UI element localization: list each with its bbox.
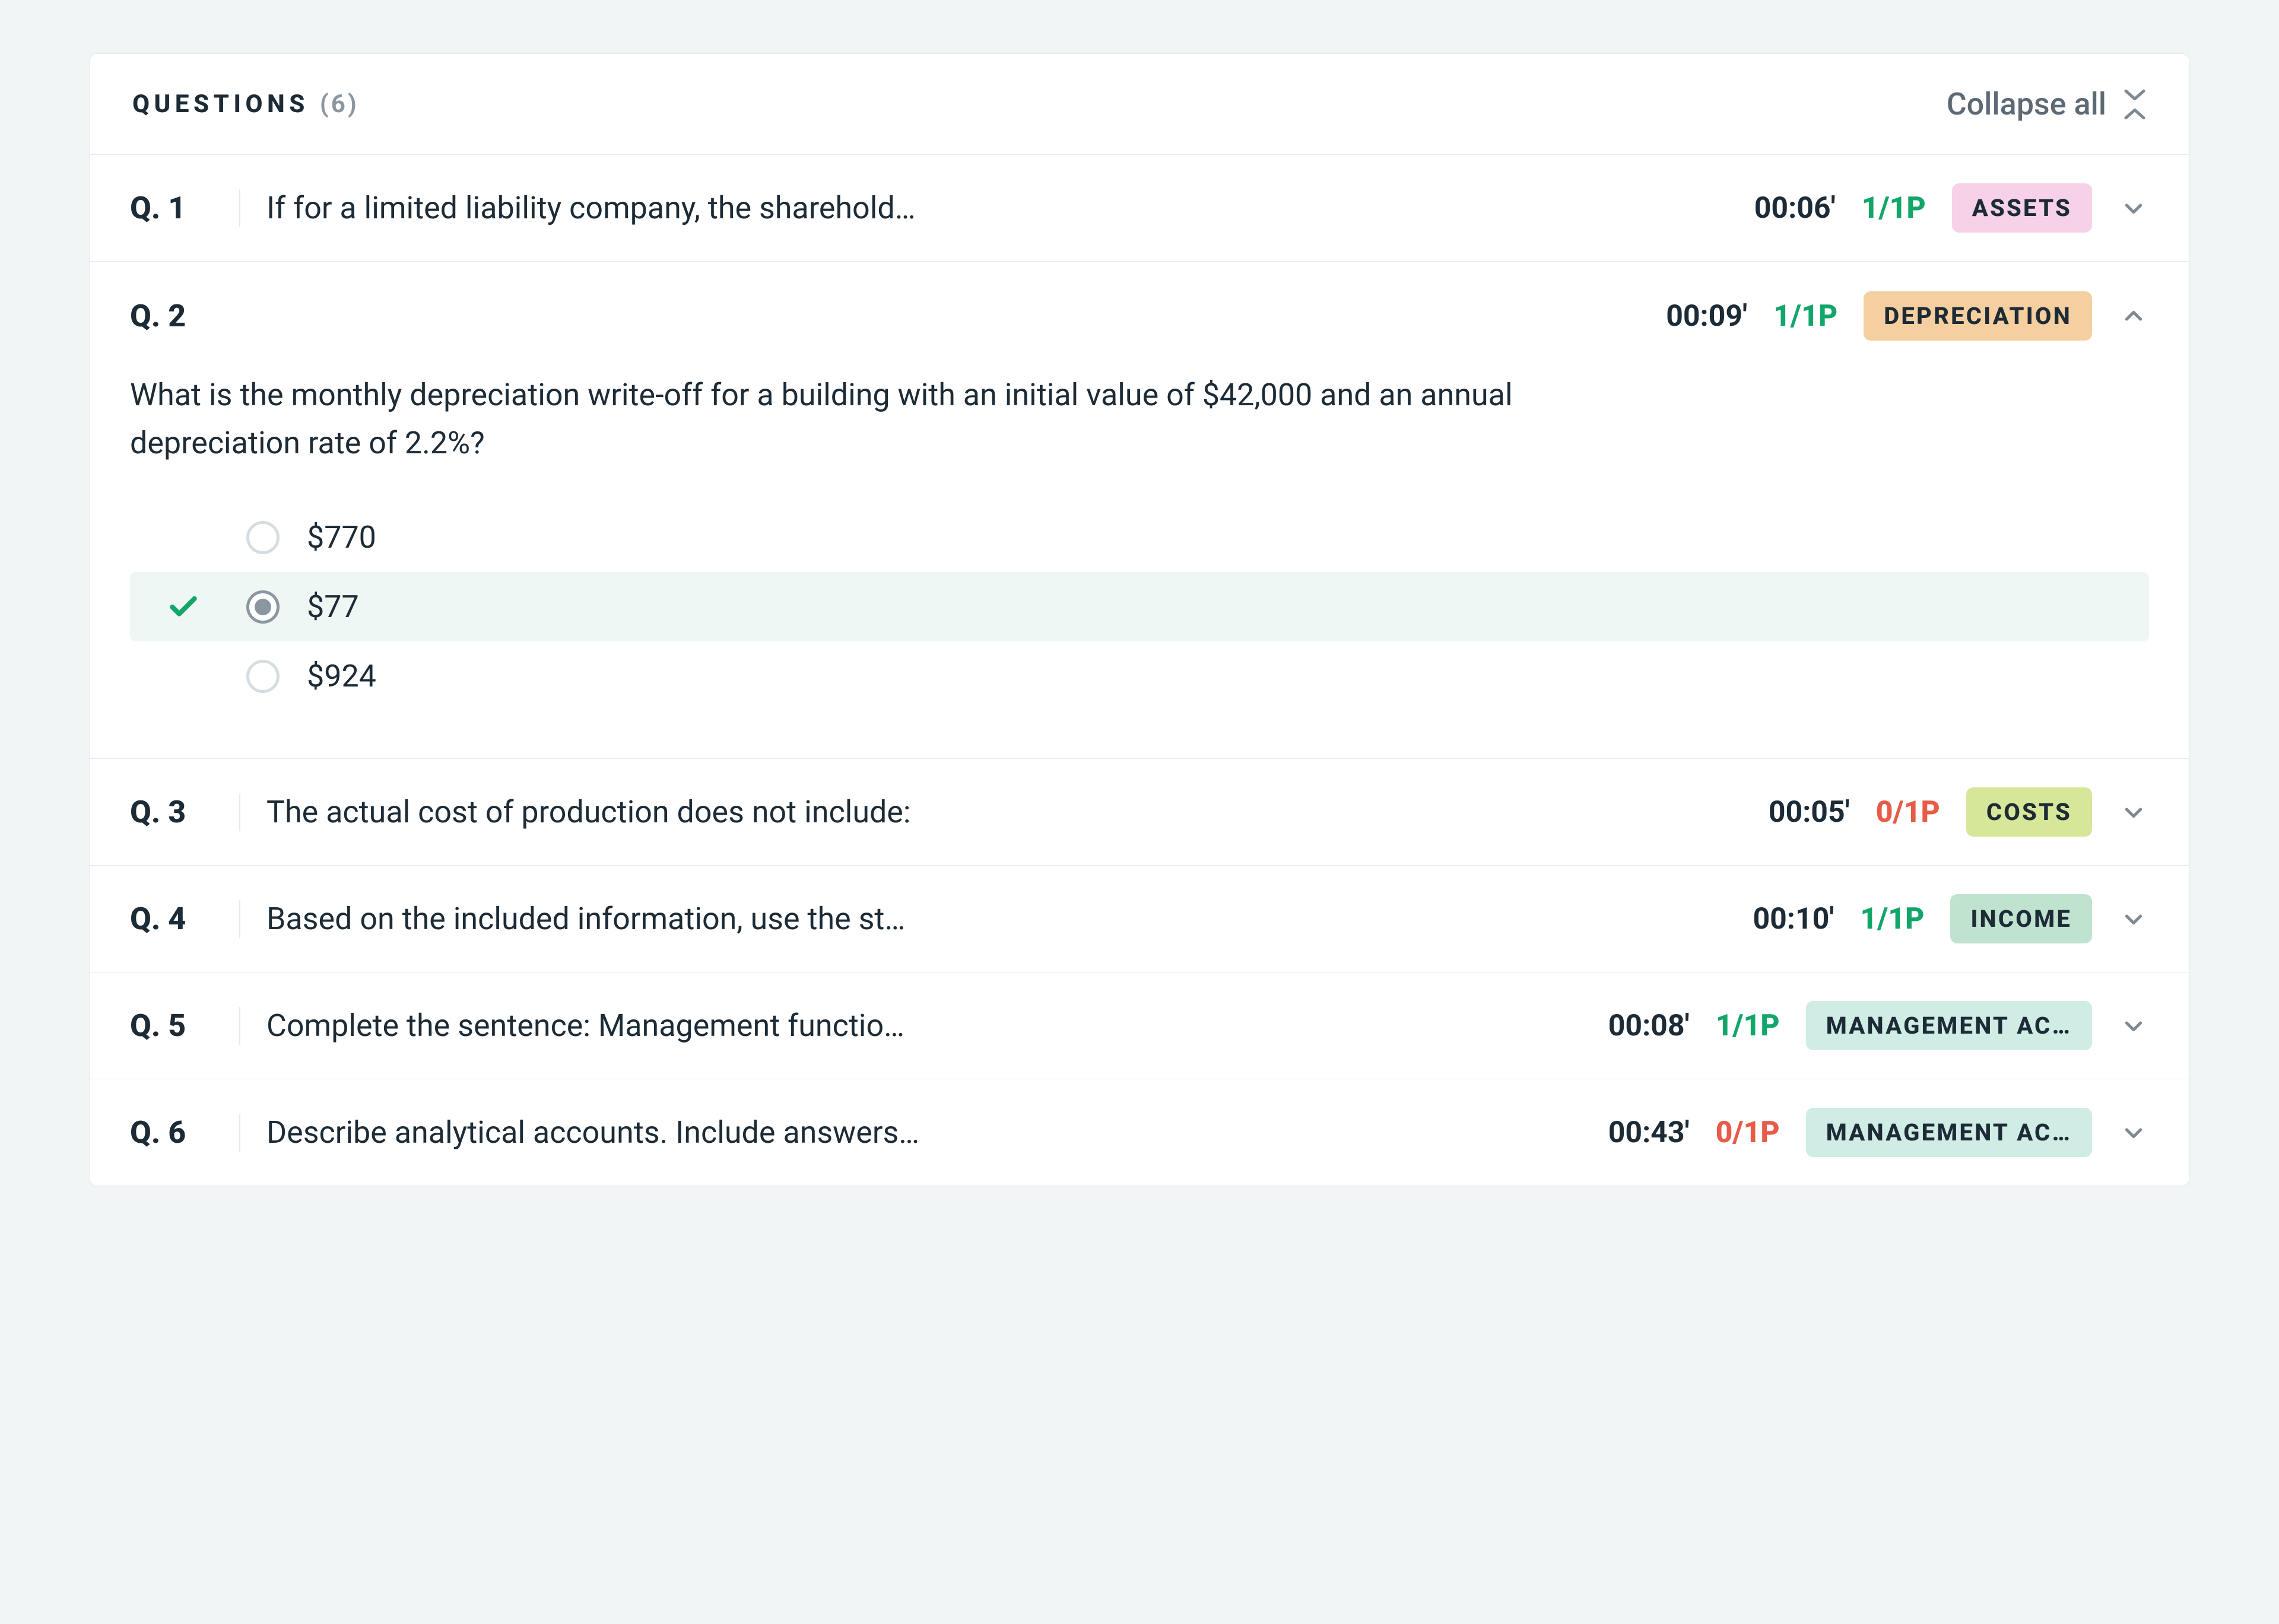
questions-count: (6)	[320, 90, 359, 119]
question-id: Q. 2	[130, 298, 186, 334]
question-meta: 00:08' 1/1P MANAGEMENT AC…	[1608, 1001, 2149, 1050]
answer-option[interactable]: $924	[130, 641, 2149, 711]
page-root: QUESTIONS (6) Collapse all Q. 1 If for a…	[0, 0, 2279, 1624]
question-id: Q. 1	[130, 190, 213, 226]
question-meta: 00:09' 1/1P DEPRECIATION	[1666, 291, 2149, 341]
answer-options: $770 $77 $924	[130, 503, 2149, 711]
question-expanded-header[interactable]: Q. 2 00:09' 1/1P DEPRECIATION	[130, 291, 2149, 341]
question-tag: ASSETS	[1952, 183, 2092, 233]
question-score: 0/1P	[1876, 795, 1940, 830]
question-time: 00:06'	[1754, 191, 1836, 225]
chevron-down-icon	[2118, 1010, 2149, 1041]
question-meta: 00:06' 1/1P ASSETS	[1754, 183, 2149, 233]
question-tag: MANAGEMENT AC…	[1806, 1108, 2092, 1157]
collapse-icon	[2123, 88, 2147, 121]
collapse-all-label: Collapse all	[1947, 86, 2106, 122]
radio-unselected-icon	[246, 660, 280, 693]
question-time: 00:08'	[1608, 1009, 1690, 1043]
questions-card: QUESTIONS (6) Collapse all Q. 1 If for a…	[89, 53, 2190, 1186]
question-tag: COSTS	[1966, 787, 2092, 837]
answer-option[interactable]: $77	[130, 572, 2149, 641]
divider	[239, 900, 240, 938]
question-id: Q. 5	[130, 1008, 213, 1044]
chevron-down-icon	[2118, 904, 2149, 935]
question-preview: Based on the included information, use t…	[266, 901, 1726, 937]
question-row[interactable]: Q. 5 Complete the sentence: Management f…	[90, 973, 2189, 1079]
question-tag: MANAGEMENT AC…	[1806, 1001, 2092, 1050]
questions-title: QUESTIONS	[132, 90, 309, 119]
chevron-down-icon	[2118, 193, 2149, 224]
question-time: 00:05'	[1769, 795, 1850, 830]
radio-unselected-icon	[246, 521, 280, 554]
question-row[interactable]: Q. 3 The actual cost of production does …	[90, 759, 2189, 866]
radio-selected-icon	[246, 590, 280, 624]
question-time: 00:43'	[1608, 1115, 1690, 1150]
question-preview: If for a limited liability company, the …	[266, 190, 1728, 226]
question-score: 1/1P	[1716, 1009, 1780, 1043]
question-id: Q. 4	[130, 901, 213, 937]
question-meta: 00:05' 0/1P COSTS	[1769, 787, 2149, 837]
question-score: 1/1P	[1860, 902, 1924, 936]
question-tag: INCOME	[1950, 894, 2092, 943]
chevron-up-icon	[2118, 301, 2149, 332]
question-score: 0/1P	[1716, 1115, 1780, 1150]
answer-option-label: $924	[307, 658, 376, 694]
question-id: Q. 3	[130, 794, 213, 830]
chevron-down-icon	[2118, 1117, 2149, 1148]
question-row[interactable]: Q. 4 Based on the included information, …	[90, 866, 2189, 973]
question-row[interactable]: Q. 1 If for a limited liability company,…	[90, 155, 2189, 262]
divider	[239, 189, 240, 227]
question-id: Q. 6	[130, 1114, 213, 1151]
question-preview: Complete the sentence: Management functi…	[266, 1008, 1582, 1044]
question-meta: 00:43' 0/1P MANAGEMENT AC…	[1608, 1108, 2149, 1157]
chevron-down-icon	[2118, 797, 2149, 828]
question-score: 1/1P	[1773, 299, 1837, 333]
question-time: 00:10'	[1753, 902, 1834, 936]
answer-option-label: $77	[307, 589, 359, 625]
question-preview: The actual cost of production does not i…	[266, 794, 1742, 830]
question-text: What is the monthly depreciation write-o…	[130, 371, 1602, 467]
divider	[239, 1114, 240, 1152]
divider	[239, 793, 240, 831]
question-meta: 00:10' 1/1P INCOME	[1753, 894, 2149, 943]
correct-gutter	[148, 590, 219, 624]
check-icon	[167, 590, 200, 624]
answer-option-label: $770	[307, 519, 376, 555]
questions-header: QUESTIONS (6) Collapse all	[90, 54, 2189, 155]
question-row[interactable]: Q. 6 Describe analytical accounts. Inclu…	[90, 1079, 2189, 1186]
question-tag: DEPRECIATION	[1864, 291, 2092, 341]
question-score: 1/1P	[1862, 191, 1926, 225]
question-expanded: Q. 2 00:09' 1/1P DEPRECIATION What is th…	[90, 262, 2189, 759]
question-time: 00:09'	[1666, 299, 1747, 333]
collapse-all-button[interactable]: Collapse all	[1947, 86, 2147, 122]
divider	[239, 1007, 240, 1045]
answer-option[interactable]: $770	[130, 503, 2149, 572]
header-left: QUESTIONS (6)	[132, 90, 359, 119]
question-preview: Describe analytical accounts. Include an…	[266, 1114, 1582, 1151]
